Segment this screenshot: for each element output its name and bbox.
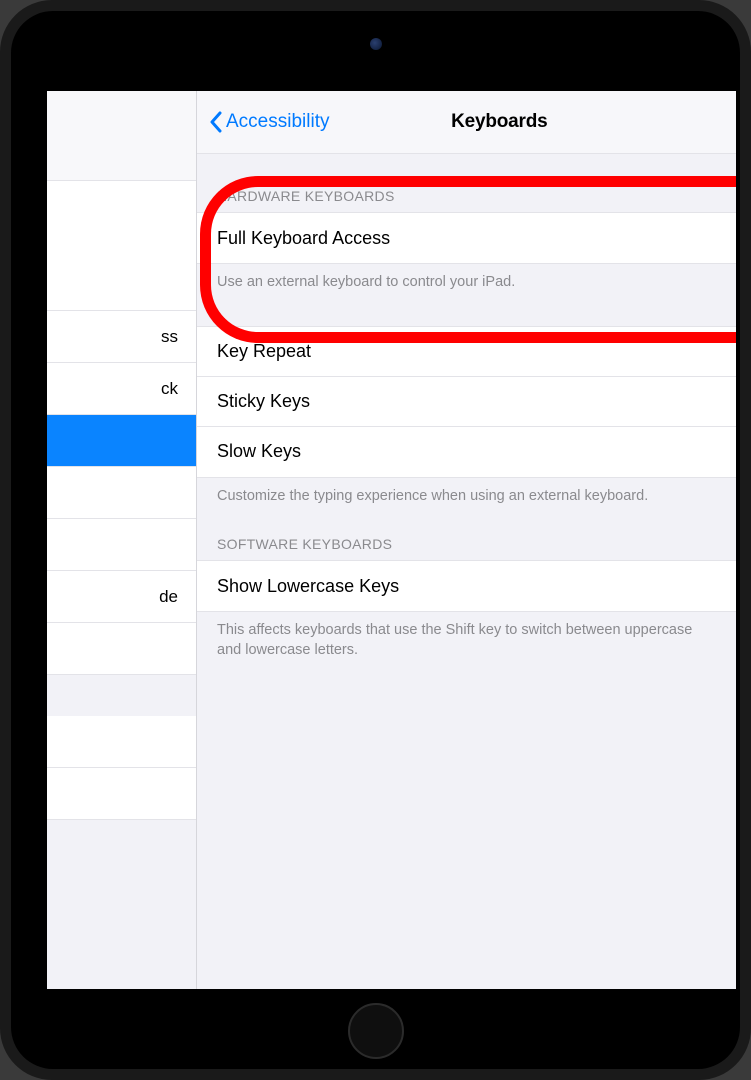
- row-label: Sticky Keys: [217, 391, 310, 412]
- sidebar-item[interactable]: [47, 716, 196, 768]
- section-header-software: SOFTWARE KEYBOARDS: [197, 506, 736, 560]
- section-header-hardware: HARDWARE KEYBOARDS: [197, 154, 736, 212]
- sidebar-item-selected[interactable]: [47, 415, 196, 467]
- sidebar-item-label: de: [159, 587, 178, 607]
- row-group-typing: Key Repeat Sticky Keys Slow Keys: [197, 326, 736, 478]
- sidebar-item[interactable]: ss: [47, 311, 196, 363]
- row-show-lowercase-keys[interactable]: Show Lowercase Keys: [197, 561, 736, 611]
- section-footer-software: This affects keyboards that use the Shif…: [197, 612, 736, 660]
- row-slow-keys[interactable]: Slow Keys: [197, 427, 736, 477]
- sidebar-item-label: ck: [161, 379, 178, 399]
- section-footer-full-keyboard: Use an external keyboard to control your…: [197, 264, 736, 293]
- ipad-frame: ss ck de: [0, 0, 751, 1080]
- navigation-bar: Accessibility Keyboards: [197, 91, 736, 154]
- back-button[interactable]: Accessibility: [209, 111, 329, 133]
- row-label: Slow Keys: [217, 441, 301, 462]
- row-group-software: Show Lowercase Keys: [197, 560, 736, 612]
- row-label: Show Lowercase Keys: [217, 576, 399, 597]
- sidebar-gap: [47, 675, 196, 716]
- row-key-repeat[interactable]: Key Repeat: [197, 327, 736, 377]
- chevron-left-icon: [209, 111, 223, 133]
- home-button[interactable]: [348, 1003, 404, 1059]
- sidebar-item[interactable]: de: [47, 571, 196, 623]
- sidebar-item[interactable]: [47, 519, 196, 571]
- ipad-inner: ss ck de: [11, 11, 740, 1069]
- back-label: Accessibility: [226, 111, 329, 133]
- settings-sidebar: ss ck de: [47, 91, 197, 989]
- sidebar-item[interactable]: [47, 623, 196, 675]
- sidebar-group: ss ck de: [47, 181, 196, 820]
- row-group-full-keyboard: Full Keyboard Access: [197, 212, 736, 264]
- row-label: Full Keyboard Access: [217, 228, 390, 249]
- sidebar-item[interactable]: [47, 768, 196, 820]
- sidebar-item[interactable]: ck: [47, 363, 196, 415]
- sidebar-item[interactable]: [47, 181, 196, 311]
- section-footer-typing: Customize the typing experience when usi…: [197, 478, 736, 507]
- detail-pane: Accessibility Keyboards HARDWARE KEYBOAR…: [197, 91, 736, 989]
- sidebar-item[interactable]: [47, 467, 196, 519]
- sidebar-header: [47, 91, 196, 181]
- page-title: Keyboards: [451, 111, 547, 133]
- row-sticky-keys[interactable]: Sticky Keys: [197, 377, 736, 427]
- front-camera: [370, 38, 382, 50]
- row-label: Key Repeat: [217, 341, 311, 362]
- sidebar-item-label: ss: [161, 327, 178, 347]
- screen: ss ck de: [47, 91, 736, 989]
- spacer: [197, 293, 736, 326]
- row-full-keyboard-access[interactable]: Full Keyboard Access: [197, 213, 736, 263]
